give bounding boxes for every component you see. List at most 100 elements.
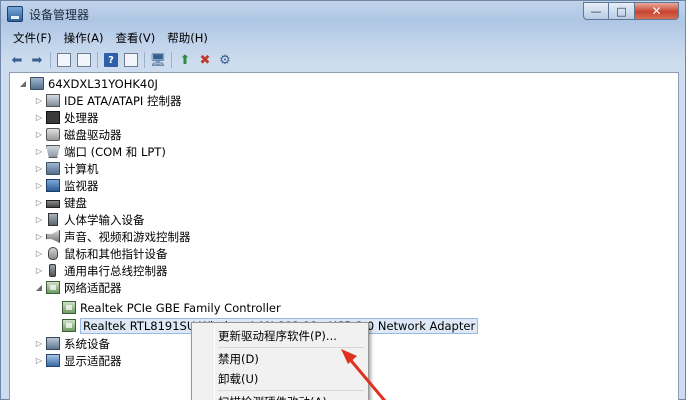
tree-item-label: 监视器 — [64, 178, 99, 193]
menu-file[interactable]: 文件(F) — [7, 29, 58, 47]
menu-update-driver[interactable]: 更新驱动程序软件(P)... — [194, 326, 366, 346]
tree-item-label: 通用串行总线控制器 — [64, 263, 168, 278]
expand-arrow-icon[interactable]: ▷ — [34, 130, 44, 140]
system-device-icon — [46, 337, 60, 350]
expand-arrow-icon[interactable]: ▷ — [34, 339, 44, 349]
collapse-arrow-icon[interactable]: ◢ — [34, 283, 44, 293]
tree-item-label: 键盘 — [64, 195, 87, 210]
expand-arrow-icon[interactable]: ▷ — [34, 215, 44, 225]
processor-icon — [46, 111, 60, 124]
monitor-icon — [46, 179, 60, 192]
expand-arrow-icon[interactable]: ▷ — [34, 232, 44, 242]
menu-help[interactable]: 帮助(H) — [161, 29, 214, 47]
forward-button[interactable]: ➡ — [27, 50, 47, 70]
expand-arrow-icon[interactable]: ▷ — [34, 266, 44, 276]
tree-item-system[interactable]: ▷ 系统设备 — [34, 335, 110, 352]
update-driver-icon: ⬆ — [179, 52, 191, 68]
scan-hardware-icon: 🖥 — [149, 52, 167, 68]
usb-icon — [49, 264, 56, 277]
device-manager-icon — [7, 6, 23, 22]
tree-item-disk[interactable]: ▷ 磁盘驱动器 — [34, 126, 122, 143]
tree-item-label: 显示适配器 — [64, 353, 122, 368]
keyboard-icon — [46, 200, 60, 208]
tree-item-label: Realtek PCIe GBE Family Controller — [80, 300, 281, 315]
device-manager-window: 设备管理器 — □ ✕ 文件(F) 操作(A) 查看(V) 帮助(H) ⬅ ➡ … — [0, 0, 686, 400]
expand-arrow-icon[interactable]: ▷ — [34, 198, 44, 208]
tree-item-ide[interactable]: ▷ IDE ATA/ATAPI 控制器 — [34, 92, 182, 109]
tree-item-label: IDE ATA/ATAPI 控制器 — [64, 93, 182, 108]
hid-icon — [48, 213, 58, 226]
tree-item-computer[interactable]: ▷ 计算机 — [34, 160, 99, 177]
tree-item-label: 端口 (COM 和 LPT) — [64, 144, 166, 159]
console-tree-button[interactable] — [54, 50, 74, 70]
help-button[interactable]: ? — [101, 50, 121, 70]
port-icon — [46, 145, 60, 158]
back-icon: ⬅ — [11, 52, 23, 68]
menu-uninstall[interactable]: 卸载(U) — [194, 369, 366, 389]
console-tree-icon — [57, 53, 71, 67]
computer-icon — [30, 77, 44, 90]
tree-item-label: 人体学输入设备 — [64, 212, 145, 227]
ide-controller-icon — [46, 94, 60, 107]
tree-item-monitor[interactable]: ▷ 监视器 — [34, 177, 99, 194]
disable-device-button[interactable]: ✖ — [195, 50, 215, 70]
minimize-button[interactable]: — — [583, 2, 609, 20]
network-adapter-icon — [46, 281, 60, 294]
tree-item-mouse[interactable]: ▷ 鼠标和其他指针设备 — [34, 245, 168, 262]
tree-item-hid[interactable]: ▷ 人体学输入设备 — [34, 211, 145, 228]
expand-arrow-icon[interactable]: ▷ — [34, 113, 44, 123]
sound-icon — [46, 230, 60, 243]
toolbar: ⬅ ➡ ? 🖥 ⬆ ✖ ⚙ — [7, 50, 235, 70]
properties-icon — [77, 53, 91, 67]
update-driver-button[interactable]: ⬆ — [175, 50, 195, 70]
close-icon: ✕ — [651, 4, 662, 18]
tree-item-processor[interactable]: ▷ 处理器 — [34, 109, 99, 126]
computer-icon — [46, 162, 60, 175]
expand-arrow-icon[interactable]: ▷ — [34, 96, 44, 106]
tree-item-display[interactable]: ▷ 显示适配器 — [34, 352, 122, 369]
back-button[interactable]: ⬅ — [7, 50, 27, 70]
maximize-icon: □ — [616, 4, 627, 18]
scan-hardware-button[interactable]: 🖥 — [148, 50, 168, 70]
toolbar-divider — [50, 52, 51, 68]
tree-item-label: 处理器 — [64, 110, 99, 125]
expand-arrow-icon[interactable]: ▷ — [34, 356, 44, 366]
window-controls: — □ ✕ — [583, 2, 679, 20]
menu-scan-hardware[interactable]: 扫描检测硬件改动(A) — [194, 392, 366, 400]
menu-disable[interactable]: 禁用(D) — [194, 349, 366, 369]
tree-item-network[interactable]: ◢ 网络适配器 — [34, 279, 122, 296]
tree-item-ports[interactable]: ▷ 端口 (COM 和 LPT) — [34, 143, 166, 160]
expand-arrow-icon[interactable]: ▷ — [34, 181, 44, 191]
tree-item-realtek-gbe[interactable]: Realtek PCIe GBE Family Controller — [62, 299, 281, 316]
expand-arrow-icon[interactable]: ▷ — [34, 147, 44, 157]
expand-arrow-icon[interactable]: ▷ — [34, 164, 44, 174]
tree-item-usb[interactable]: ▷ 通用串行总线控制器 — [34, 262, 168, 279]
uninstall-device-button[interactable]: ⚙ — [215, 50, 235, 70]
menu-view[interactable]: 查看(V) — [109, 29, 161, 47]
mouse-icon — [48, 247, 58, 260]
collapse-arrow-icon[interactable]: ◢ — [18, 79, 28, 89]
close-button[interactable]: ✕ — [635, 2, 679, 20]
maximize-button[interactable]: □ — [609, 2, 635, 20]
title-bar[interactable]: 设备管理器 — □ ✕ — [1, 1, 685, 27]
tree-root[interactable]: ◢ 64XDXL31YOHK40J — [18, 75, 158, 92]
tree-item-label: 系统设备 — [64, 336, 110, 351]
tree-item-keyboard[interactable]: ▷ 键盘 — [34, 194, 87, 211]
tree-item-label: 鼠标和其他指针设备 — [64, 246, 168, 261]
menu-bar: 文件(F) 操作(A) 查看(V) 帮助(H) — [7, 29, 214, 47]
expand-arrow-icon[interactable]: ▷ — [34, 249, 44, 259]
minimize-icon: — — [590, 4, 602, 18]
action-pane-button[interactable] — [121, 50, 141, 70]
forward-icon: ➡ — [31, 52, 43, 68]
tree-item-label: 磁盘驱动器 — [64, 127, 122, 142]
tree-item-label: 计算机 — [64, 161, 99, 176]
menu-separator — [218, 347, 364, 348]
tree-item-sound[interactable]: ▷ 声音、视频和游戏控制器 — [34, 228, 191, 245]
toolbar-divider — [97, 52, 98, 68]
disable-device-icon: ✖ — [199, 52, 211, 68]
properties-button[interactable] — [74, 50, 94, 70]
menu-separator — [218, 390, 364, 391]
display-adapter-icon — [46, 354, 60, 367]
network-adapter-icon — [62, 319, 76, 332]
menu-action[interactable]: 操作(A) — [58, 29, 110, 47]
